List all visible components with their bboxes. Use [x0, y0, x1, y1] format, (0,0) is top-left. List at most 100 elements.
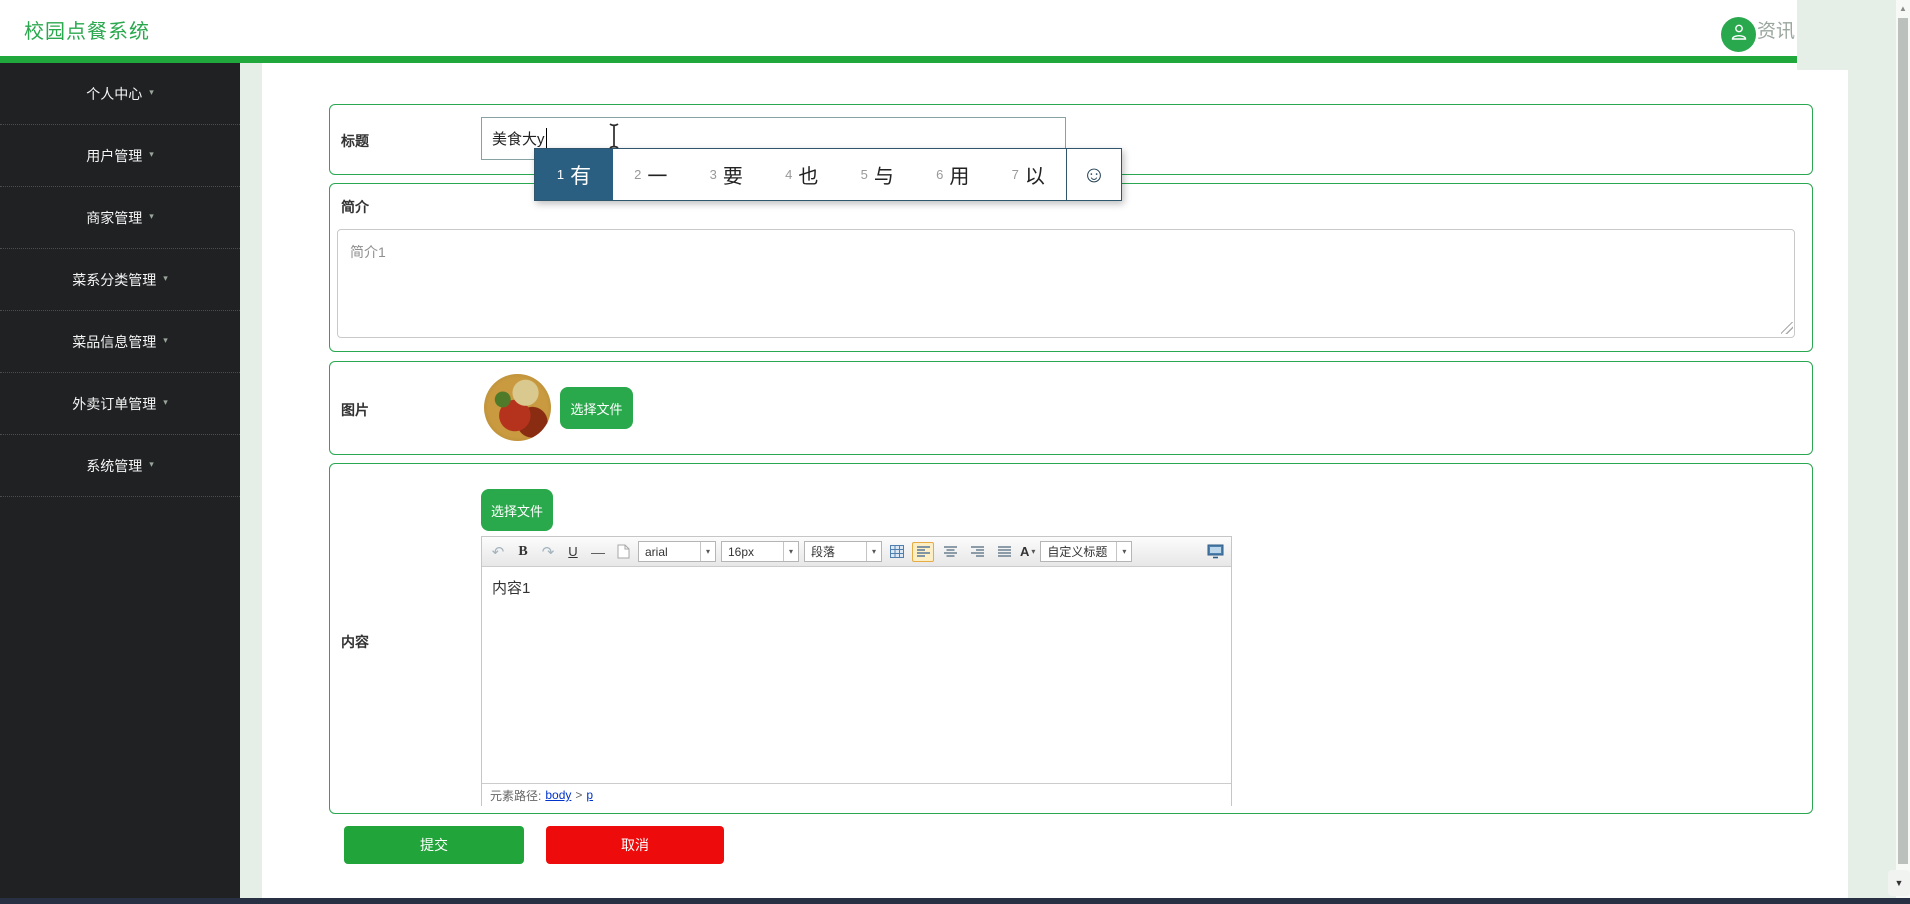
mouse-ibeam-cursor — [607, 122, 621, 155]
ime-candidate[interactable]: 7 以 — [991, 149, 1067, 200]
align-center-button[interactable] — [939, 542, 961, 562]
user-avatar[interactable] — [1721, 17, 1756, 52]
sidebar-item-label: 菜系分类管理 — [72, 271, 157, 288]
scrollbar-down-icon: ▼ — [1894, 878, 1904, 888]
paragraph-format-select[interactable]: 段落 ▾ — [804, 541, 882, 562]
sidebar-item-label: 外卖订单管理 — [72, 395, 157, 412]
person-icon — [1729, 22, 1749, 47]
ime-candidate-number: 6 — [936, 167, 944, 182]
font-size-value: 16px — [728, 544, 755, 559]
intro-label: 简介 — [341, 199, 369, 215]
image-label: 图片 — [341, 402, 369, 418]
image-choose-file-button[interactable]: 选择文件 — [560, 387, 633, 429]
ime-candidate-number: 7 — [1011, 167, 1019, 182]
font-color-button[interactable]: A ▾ — [1020, 544, 1035, 559]
window-bottom-edge — [0, 898, 1910, 904]
ime-candidate-char: 要 — [722, 166, 743, 188]
chevron-down-icon: ▾ — [1116, 542, 1131, 561]
element-path-p-link[interactable]: p — [586, 788, 593, 802]
ime-candidate-window: 1 有 2 一 3 要 4 也 5 与 6 用 7 以 ☺ — [534, 148, 1122, 201]
sidebar-item-dish-info-management[interactable]: 菜品信息管理 ▾ — [0, 311, 240, 373]
underline-icon[interactable]: U — [563, 542, 583, 562]
editor-content-area[interactable]: 内容1 — [482, 567, 1231, 783]
ime-candidate[interactable]: 4 也 — [764, 149, 840, 200]
ime-candidate[interactable]: 6 用 — [915, 149, 991, 200]
ime-candidate-char: 用 — [949, 166, 970, 188]
sidebar-item-merchant-management[interactable]: 商家管理 ▾ — [0, 187, 240, 249]
chevron-down-icon: ▾ — [1031, 547, 1036, 556]
app-title: 校园点餐系统 — [24, 21, 150, 43]
custom-heading-value: 自定义标题 — [1047, 545, 1108, 559]
sidebar-item-takeout-order-management[interactable]: 外卖订单管理 ▾ — [0, 373, 240, 435]
clipped-nav-text: 资讯 — [1757, 21, 1796, 42]
font-family-select[interactable]: arial ▾ — [638, 541, 716, 562]
title-label: 标题 — [341, 133, 369, 149]
editor-status-bar: 元素路径: body > p — [482, 783, 1231, 806]
insert-table-icon[interactable] — [887, 542, 907, 562]
paragraph-format-value: 段落 — [811, 545, 836, 559]
ime-candidate[interactable]: 3 要 — [689, 149, 765, 200]
align-left-button[interactable] — [912, 541, 934, 562]
ime-candidate-number: 1 — [556, 167, 565, 182]
justify-button[interactable] — [993, 542, 1015, 562]
element-path-separator: > — [575, 788, 583, 802]
sidebar-item-label: 个人中心 — [86, 85, 143, 102]
sidebar-item-label: 用户管理 — [86, 147, 143, 164]
chevron-down-icon: ▾ — [149, 149, 154, 159]
ime-candidate[interactable]: 5 与 — [840, 149, 916, 200]
ime-candidate-number: 2 — [634, 167, 642, 182]
chevron-down-icon: ▾ — [163, 335, 168, 345]
element-path-body-link[interactable]: body — [545, 788, 571, 802]
sidebar-item-label: 商家管理 — [86, 209, 143, 226]
element-path-label: 元素路径: — [490, 788, 542, 803]
content-choose-file-button[interactable]: 选择文件 — [481, 489, 553, 531]
page: 资讯 校园点餐系统 个人中心 ▾ 用户管理 ▾ 商家管理 ▾ 菜系分类管理 ▾ — [0, 0, 1910, 904]
ime-candidate-char: 与 — [873, 166, 894, 188]
header-accent-bar — [0, 56, 1797, 63]
ime-candidate-char: 以 — [1024, 166, 1045, 188]
horizontal-rule-icon[interactable]: — — [588, 542, 608, 562]
new-page-icon[interactable] — [613, 542, 633, 562]
font-family-value: arial — [645, 544, 668, 559]
custom-heading-select[interactable]: 自定义标题 ▾ — [1040, 541, 1133, 562]
vertical-scrollbar[interactable]: ▲ — [1896, 0, 1910, 898]
ime-candidate-char: 也 — [798, 166, 819, 188]
chevron-down-icon: ▾ — [149, 459, 154, 469]
sidebar-item-system-management[interactable]: 系统管理 ▾ — [0, 435, 240, 497]
sidebar-item-label: 菜品信息管理 — [72, 333, 157, 350]
chevron-down-icon: ▾ — [783, 542, 798, 561]
redo-icon[interactable]: ↷ — [538, 542, 558, 562]
chevron-down-icon: ▾ — [149, 87, 154, 97]
font-color-letter: A — [1020, 544, 1030, 559]
cancel-button[interactable]: 取消 — [546, 826, 724, 864]
chevron-down-icon: ▾ — [700, 542, 715, 561]
sidebar-item-personal-center[interactable]: 个人中心 ▾ — [0, 63, 240, 125]
text-caret — [545, 128, 547, 149]
sidebar-item-user-management[interactable]: 用户管理 ▾ — [0, 125, 240, 187]
editor-toolbar: ↶ B ↷ U — arial ▾ 16px ▾ 段落 ▾ A ▾ 自定义标题 … — [482, 537, 1231, 567]
ime-candidate-number: 4 — [785, 167, 793, 182]
sidebar-item-label: 系统管理 — [86, 457, 143, 474]
rich-text-editor: ↶ B ↷ U — arial ▾ 16px ▾ 段落 ▾ A ▾ 自定义标题 … — [481, 536, 1232, 806]
ime-candidate[interactable]: 2 一 — [613, 149, 689, 200]
ime-candidate-char: 有 — [570, 164, 592, 188]
content-label: 内容 — [341, 634, 369, 650]
ime-candidate-selected[interactable]: 1 有 — [535, 149, 613, 200]
bold-icon[interactable]: B — [513, 542, 533, 562]
intro-textarea[interactable]: 简介1 — [337, 229, 1795, 338]
chevron-down-icon: ▾ — [163, 397, 168, 407]
font-size-select[interactable]: 16px ▾ — [721, 541, 799, 562]
chevron-down-icon: ▾ — [149, 211, 154, 221]
ime-emoji-button[interactable]: ☺ — [1066, 149, 1121, 200]
scrollbar-up-icon[interactable]: ▲ — [1896, 4, 1910, 13]
sidebar-item-cuisine-category-management[interactable]: 菜系分类管理 ▾ — [0, 249, 240, 311]
fullscreen-monitor-icon[interactable] — [1205, 542, 1225, 562]
textarea-resize-handle[interactable] — [1781, 322, 1793, 334]
chevron-down-icon: ▾ — [866, 542, 881, 561]
image-field-group — [329, 361, 1813, 455]
undo-icon[interactable]: ↶ — [488, 542, 508, 562]
scrollbar-thumb[interactable] — [1898, 18, 1908, 864]
submit-button[interactable]: 提交 — [344, 826, 524, 864]
align-right-button[interactable] — [966, 542, 988, 562]
scrollbar-down-button[interactable]: ▼ — [1888, 870, 1910, 896]
